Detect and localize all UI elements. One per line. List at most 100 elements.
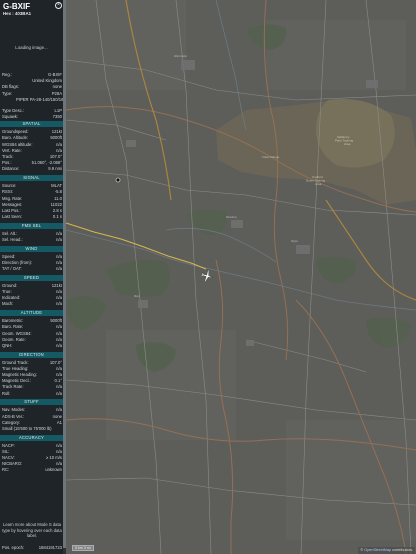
aircraft-hex: Hex : 403BA1 bbox=[3, 11, 31, 17]
detail-row: Msg. Rate: 11.0 bbox=[2, 196, 62, 202]
detail-row: Distance: 9.9 nmi bbox=[2, 166, 62, 172]
detail-row: True Heading: n/a bbox=[2, 366, 62, 372]
detail-row: Squawk: 7350 bbox=[2, 114, 62, 120]
detail-value: A1 bbox=[56, 419, 62, 425]
detail-value: 51.060°, -2.068° bbox=[31, 160, 62, 166]
detail-label: Indicated: bbox=[2, 295, 21, 301]
section-header[interactable]: WIND bbox=[0, 245, 63, 252]
attribution-suffix: contributors. bbox=[391, 548, 413, 552]
detail-value: none bbox=[52, 84, 62, 90]
detail-row: Vert. Rate: n/a bbox=[2, 148, 62, 154]
aircraft-photo-loading: Loading image... bbox=[15, 45, 48, 50]
hex-value[interactable]: 403BA1 bbox=[15, 11, 31, 16]
detail-label: TAT / OAT: bbox=[2, 266, 22, 272]
detail-label: Last Pos.: bbox=[2, 207, 21, 213]
detail-row: Messages: 11022 bbox=[2, 202, 62, 208]
detail-label: Type: bbox=[2, 90, 13, 96]
detail-row: United Kingdom bbox=[2, 78, 62, 84]
detail-value: n/a bbox=[56, 448, 62, 454]
section-header[interactable]: SPEED bbox=[0, 274, 63, 281]
detail-row: Small (15'500 to 75'000 lb) bbox=[2, 426, 62, 432]
detail-row: Magnetic Heading: n/a bbox=[2, 372, 62, 378]
detail-label: Source: bbox=[2, 183, 17, 189]
detail-value: 0.1° bbox=[54, 378, 63, 384]
detail-label: Magnetic Decl.: bbox=[2, 378, 31, 384]
detail-row: NACP: n/a bbox=[2, 443, 62, 449]
detail-label: Baro. Rate: bbox=[2, 324, 24, 330]
detail-row: NICBARO: n/a bbox=[2, 461, 62, 467]
detail-value: n/a bbox=[56, 461, 62, 467]
detail-label: Barometric: bbox=[2, 318, 24, 324]
section-header[interactable]: ACCURACY bbox=[0, 434, 63, 441]
detail-label: Msg. Rate: bbox=[2, 195, 23, 201]
detail-row: Sel. Head.: n/a bbox=[2, 237, 62, 243]
detail-row: Ground Track: 107.0° bbox=[2, 360, 62, 366]
detail-row: Groundspeed: 121kt bbox=[2, 129, 62, 135]
section-header[interactable]: FMS SEL bbox=[0, 222, 63, 229]
detail-row: Direction (from): n/a bbox=[2, 260, 62, 266]
detail-label: QNH: bbox=[2, 342, 13, 348]
pos-epoch-value: 1684191723 bbox=[38, 545, 62, 550]
detail-value: n/a bbox=[56, 330, 62, 336]
detail-row: Last Seen: 0.1 s bbox=[2, 214, 62, 220]
town-label: Warminster bbox=[174, 54, 187, 58]
detail-value: n/a bbox=[56, 342, 62, 348]
detail-row: Barometric: 5000ft bbox=[2, 318, 62, 324]
detail-label: Last Seen: bbox=[2, 214, 23, 220]
detail-value: 9.9 nmi bbox=[48, 166, 62, 172]
detail-label: Sel. Head.: bbox=[2, 237, 23, 242]
detail-row: Baro. Rate: n/a bbox=[2, 324, 62, 330]
detail-label: Speed: bbox=[2, 253, 16, 259]
section-header[interactable]: SIGNAL bbox=[0, 175, 63, 182]
detail-label: ADS-B Ver.: bbox=[2, 413, 25, 419]
map-canvas[interactable]: Warminster Westbury Wylye Mere Salisbury… bbox=[66, 0, 416, 554]
detail-value: 5000ft bbox=[50, 135, 62, 141]
town-label: Wylye bbox=[291, 239, 299, 243]
detail-value: ≥ 10 m/s bbox=[45, 455, 62, 460]
type-full-name: PIPER PA-28-140/150/160/180 bbox=[16, 96, 66, 102]
detail-row: Track Rate: n/a bbox=[2, 384, 62, 390]
aircraft-callsign: G-BXIF bbox=[3, 2, 31, 11]
detail-value: 107.0° bbox=[49, 154, 62, 159]
detail-label: Track Rate: bbox=[2, 384, 24, 390]
section-header[interactable]: STUFF bbox=[0, 399, 63, 406]
detail-row: Last Pos.: 2.8 s bbox=[2, 208, 62, 214]
osm-link[interactable]: OpenStreetMap bbox=[364, 548, 391, 552]
close-icon[interactable]: × bbox=[55, 2, 62, 9]
detail-row: Category: A1 bbox=[2, 420, 62, 426]
detail-value: P28A bbox=[51, 90, 62, 96]
detail-row: SIL: n/a bbox=[2, 449, 62, 455]
detail-value: n/a bbox=[56, 407, 62, 413]
detail-row: Geom. Rate: n/a bbox=[2, 337, 62, 343]
map-view[interactable]: Warminster Westbury Wylye Mere Salisbury… bbox=[66, 0, 416, 554]
detail-value: 11022 bbox=[50, 201, 62, 207]
detail-value: n/a bbox=[56, 141, 62, 147]
detail-row: NACV: ≥ 10 m/s bbox=[2, 455, 62, 461]
detail-value: 11.0 bbox=[54, 195, 62, 201]
detail-value: 5000ft bbox=[50, 318, 62, 324]
detail-row: Type Desc.: L1P bbox=[2, 108, 62, 114]
detail-label: Squawk: bbox=[2, 114, 19, 119]
detail-value: n/a bbox=[56, 253, 62, 259]
section-header[interactable]: SPATIAL bbox=[0, 121, 63, 128]
detail-label: Roll: bbox=[2, 390, 11, 396]
detail-row: PIPER PA-28-140/150/160/180 bbox=[2, 96, 66, 107]
detail-label: Baro. Altitude: bbox=[2, 135, 29, 141]
detail-row: Roll: n/a bbox=[2, 391, 62, 397]
detail-value: n/a bbox=[56, 365, 62, 371]
detail-row: Type: P28A bbox=[2, 91, 62, 97]
detail-value: n/a bbox=[56, 301, 62, 307]
detail-label: Reg.: bbox=[2, 72, 13, 77]
detail-value: G-BXIF bbox=[48, 72, 62, 77]
map-label-imber: Imber Range bbox=[262, 155, 280, 159]
detail-label: Track: bbox=[2, 154, 14, 159]
section-header[interactable]: ALTITUDE bbox=[0, 310, 63, 317]
detail-label: Ground: bbox=[2, 282, 18, 288]
section-header[interactable]: DIRECTION bbox=[0, 351, 63, 358]
detail-row: Reg.: G-BXIF bbox=[2, 72, 62, 78]
detail-label: Messages: bbox=[2, 201, 23, 207]
detail-label: Mach: bbox=[2, 301, 14, 307]
detail-label: Category: bbox=[2, 419, 21, 425]
town-label: Mere bbox=[134, 294, 140, 298]
town-label: Westbury bbox=[226, 215, 238, 219]
